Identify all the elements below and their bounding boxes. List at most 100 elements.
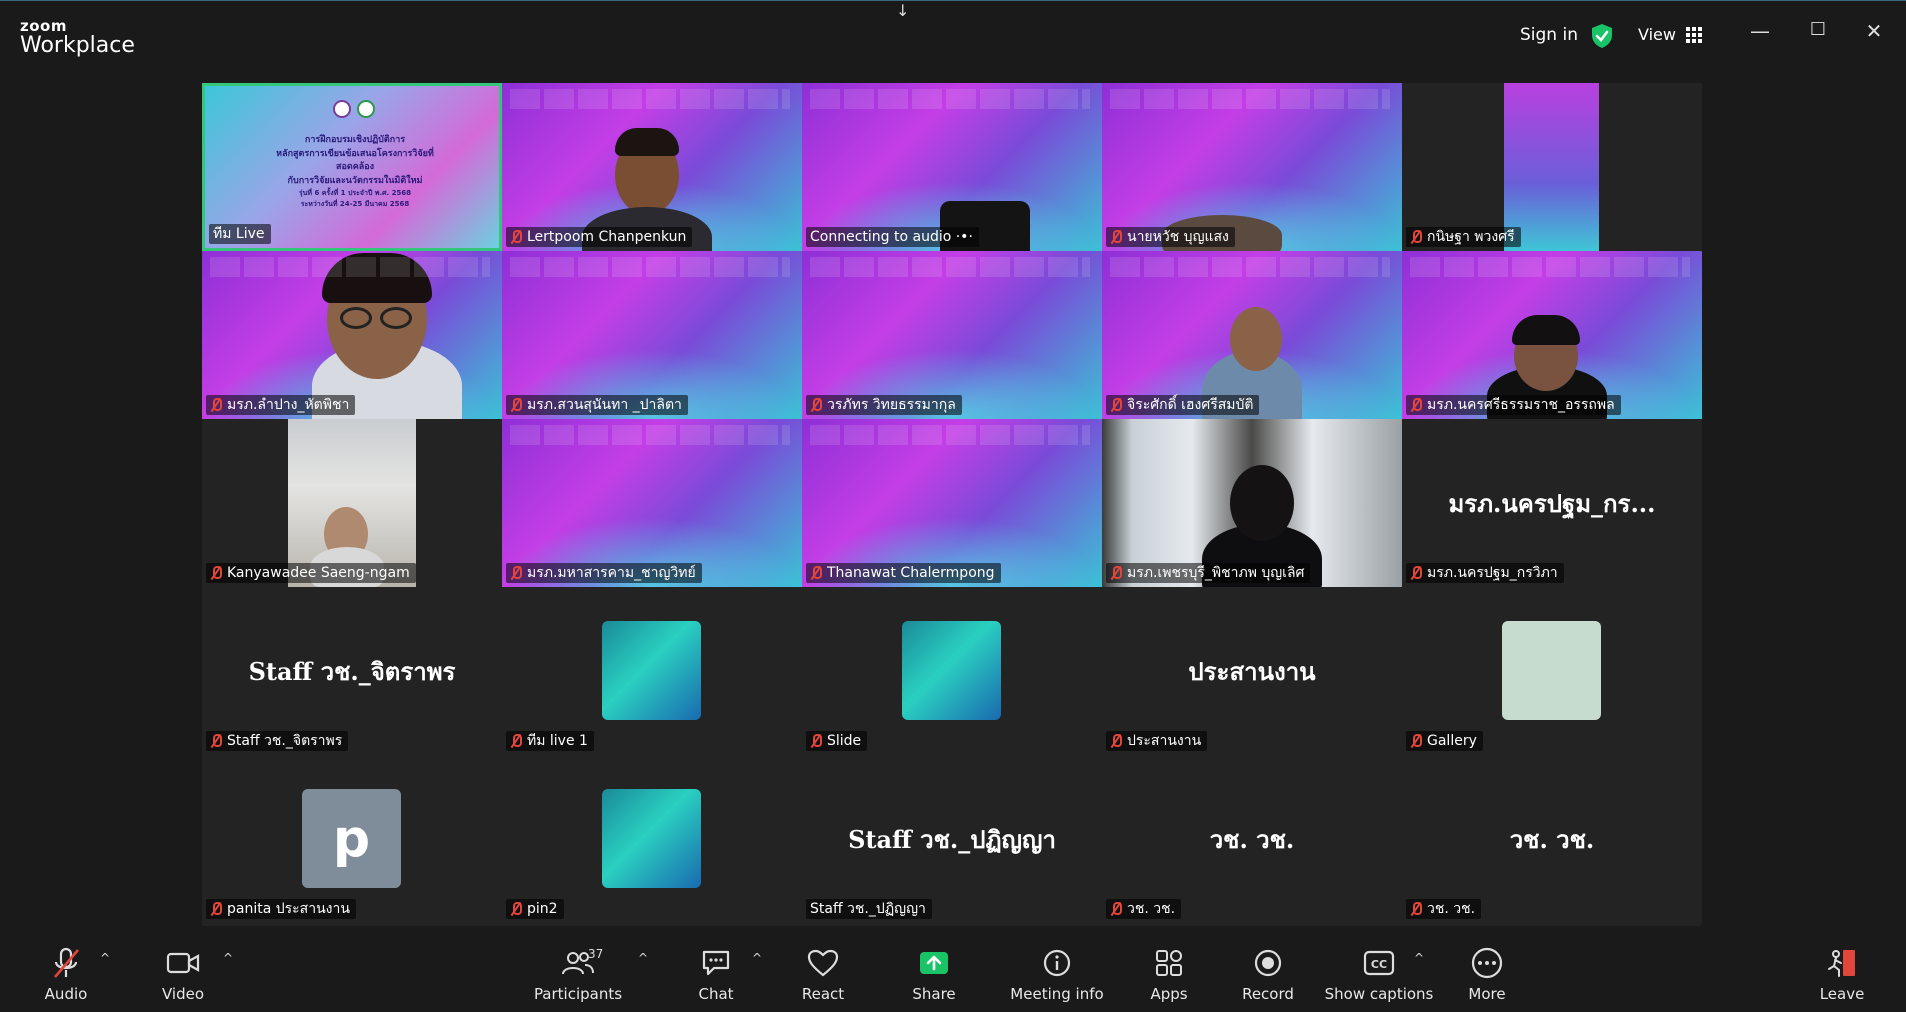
- workshop-poster: การฝึกอบรมเชิงปฏิบัติการ หลักสูตรการเขีย…: [265, 134, 445, 209]
- participant-name-tag: มรภ.นครปฐม_กรวิภา: [1406, 563, 1564, 583]
- video-tile[interactable]: Staff วช._จิตราพร Staff วช._จิตราพร: [202, 587, 502, 755]
- poster-line-3: กับการวิจัยและนวัตกรรมในมิติใหม่: [287, 175, 423, 186]
- participant-name-tag: นายหวัช บุญแสง: [1106, 227, 1235, 247]
- participant-hair: [615, 128, 679, 156]
- avatar: [602, 789, 701, 888]
- video-button[interactable]: Video: [128, 945, 238, 1003]
- video-tile[interactable]: Kanyawadee Saeng-ngam: [202, 419, 502, 587]
- record-label: Record: [1242, 985, 1294, 1003]
- title-bar: zoom Workplace ↓ Sign in View — ☐ ✕: [0, 0, 1906, 68]
- video-tile[interactable]: Lertpoom Chanpenkun: [502, 83, 802, 251]
- video-tile[interactable]: วรภัทร วิทยธรรมากุล: [802, 251, 1102, 419]
- chat-options-caret-icon[interactable]: ^: [752, 951, 762, 965]
- participant-name-tag: มรภ.ลำปาง_หัตพิชา: [206, 395, 356, 415]
- share-screen-button[interactable]: Share: [879, 945, 989, 1003]
- muted-microphone-icon: [510, 566, 522, 580]
- participant-name-tag: จิระศักดิ์ เฮงศรีสมบัติ: [1106, 395, 1260, 415]
- meeting-toolbar: Audio ^ Video ^ 37 Participants ^ Chat ^…: [0, 937, 1906, 1012]
- muted-microphone-icon: [1410, 566, 1422, 580]
- participant-display-name: Staff วช._ปฏิญญา: [848, 824, 1056, 854]
- glasses-icon: [340, 307, 372, 329]
- heart-icon: [803, 945, 843, 981]
- audio-options-caret-icon[interactable]: ^: [100, 951, 110, 965]
- participant-name-tag: ทีม live 1: [506, 731, 594, 751]
- muted-microphone-icon: [810, 398, 822, 412]
- muted-microphone-icon: [1410, 398, 1422, 412]
- video-tile[interactable]: Slide: [802, 587, 1102, 755]
- video-options-caret-icon[interactable]: ^: [223, 951, 233, 965]
- video-tile[interactable]: ทีม live 1: [502, 587, 802, 755]
- video-tile[interactable]: pin2: [502, 755, 802, 923]
- participant-name-tag: ประสานงาน: [1106, 731, 1208, 751]
- video-tile[interactable]: ประสานงาน ประสานงาน: [1102, 587, 1402, 755]
- chat-label: Chat: [698, 985, 734, 1003]
- video-tile[interactable]: มรภ.ลำปาง_หัตพิชา: [202, 251, 502, 419]
- video-tile[interactable]: วช. วช. วช. วช.: [1102, 755, 1402, 923]
- poster-line-1: การฝึกอบรมเชิงปฏิบัติการ: [304, 135, 406, 145]
- video-camera-icon: [163, 945, 203, 981]
- muted-microphone-icon: [510, 734, 522, 748]
- avatar: [902, 621, 1001, 720]
- participant-video: [1230, 465, 1294, 541]
- maximize-button[interactable]: ☐: [1803, 19, 1833, 40]
- participant-name-tag: Staff วช._ปฏิญญา: [806, 899, 932, 919]
- svg-text:CC: CC: [1371, 958, 1387, 971]
- video-tile[interactable]: p panita ประสานงาน: [202, 755, 502, 923]
- muted-microphone-icon: [510, 230, 522, 244]
- muted-microphone-icon: [510, 902, 522, 916]
- video-tile[interactable]: นายหวัช บุญแสง: [1102, 83, 1402, 251]
- participant-display-name: ประสานงาน: [1188, 656, 1316, 686]
- video-tile[interactable]: มรภ.นครศรีธรรมราช_อรรถพล: [1402, 251, 1702, 419]
- participants-button[interactable]: 37 Participants: [523, 945, 633, 1003]
- participant-name-tag: วรภัทร วิทยธรรมากุล: [806, 395, 962, 415]
- share-label: Share: [912, 985, 956, 1003]
- video-tile[interactable]: Gallery: [1402, 587, 1702, 755]
- muted-microphone-icon: [810, 734, 822, 748]
- video-tile[interactable]: วช. วช. วช. วช.: [1402, 755, 1702, 923]
- participants-icon: 37: [558, 945, 603, 981]
- audio-label: Audio: [44, 985, 88, 1003]
- video-tile[interactable]: กนิษฐา พวงศรี: [1402, 83, 1702, 251]
- avatar: [1502, 621, 1601, 720]
- muted-microphone-icon: [1110, 734, 1122, 748]
- muted-microphone-icon: [210, 398, 222, 412]
- video-tile[interactable]: Thanawat Chalermpong: [802, 419, 1102, 587]
- captions-options-caret-icon[interactable]: ^: [1414, 951, 1424, 965]
- avatar: [602, 621, 701, 720]
- participant-name-tag: Gallery: [1406, 731, 1483, 751]
- video-tile[interactable]: มรภ.สวนสุนันทา _ปาลิตา: [502, 251, 802, 419]
- video-tile[interactable]: มรภ.นครปฐม_กร... มรภ.นครปฐม_กรวิภา: [1402, 419, 1702, 587]
- close-window-button[interactable]: ✕: [1859, 19, 1889, 43]
- participant-name-tag: กนิษฐา พวงศรี: [1406, 227, 1521, 247]
- participant-name-tag: panita ประสานงาน: [206, 899, 356, 919]
- apps-label: Apps: [1150, 985, 1188, 1003]
- muted-microphone-icon: [1410, 230, 1422, 244]
- participant-video: [1230, 307, 1282, 371]
- video-tile[interactable]: มรภ.เพชรบุรี_พิชาภพ บุญเลิศ: [1102, 419, 1402, 587]
- grid-icon: [1685, 26, 1702, 43]
- view-button[interactable]: View: [1638, 25, 1702, 44]
- more-button[interactable]: More: [1432, 945, 1542, 1003]
- sign-in-link[interactable]: Sign in: [1520, 25, 1578, 45]
- participant-display-name: วช. วช.: [1509, 824, 1595, 854]
- muted-microphone-icon: [210, 566, 222, 580]
- minimize-button[interactable]: —: [1745, 19, 1775, 43]
- share-screen-icon: [914, 945, 954, 981]
- participant-name-tag: มรภ.นครศรีธรรมราช_อรรถพล: [1406, 395, 1621, 415]
- participants-options-caret-icon[interactable]: ^: [638, 951, 648, 965]
- video-tile[interactable]: จิระศักดิ์ เฮงศรีสมบัติ: [1102, 251, 1402, 419]
- muted-microphone-icon: [1110, 902, 1122, 916]
- record-button[interactable]: Record: [1213, 945, 1323, 1003]
- react-button[interactable]: React: [768, 945, 878, 1003]
- participant-name-tag: pin2: [506, 899, 564, 919]
- video-tile[interactable]: Staff วช._ปฏิญญา Staff วช._ปฏิญญา: [802, 755, 1102, 923]
- meeting-info-button[interactable]: Meeting info: [1002, 945, 1112, 1003]
- video-tile[interactable]: Connecting to audio ·•·: [802, 83, 1102, 251]
- logo-zoom: zoom: [20, 17, 67, 35]
- shield-check-icon[interactable]: [1590, 23, 1614, 49]
- apps-button[interactable]: Apps: [1114, 945, 1224, 1003]
- down-arrow-icon[interactable]: ↓: [896, 1, 909, 20]
- leave-meeting-button[interactable]: Leave: [1787, 945, 1897, 1003]
- video-tile-team-live[interactable]: การฝึกอบรมเชิงปฏิบัติการ หลักสูตรการเขีย…: [202, 83, 502, 251]
- video-tile[interactable]: มรภ.มหาสารคาม_ชาญวิทย์: [502, 419, 802, 587]
